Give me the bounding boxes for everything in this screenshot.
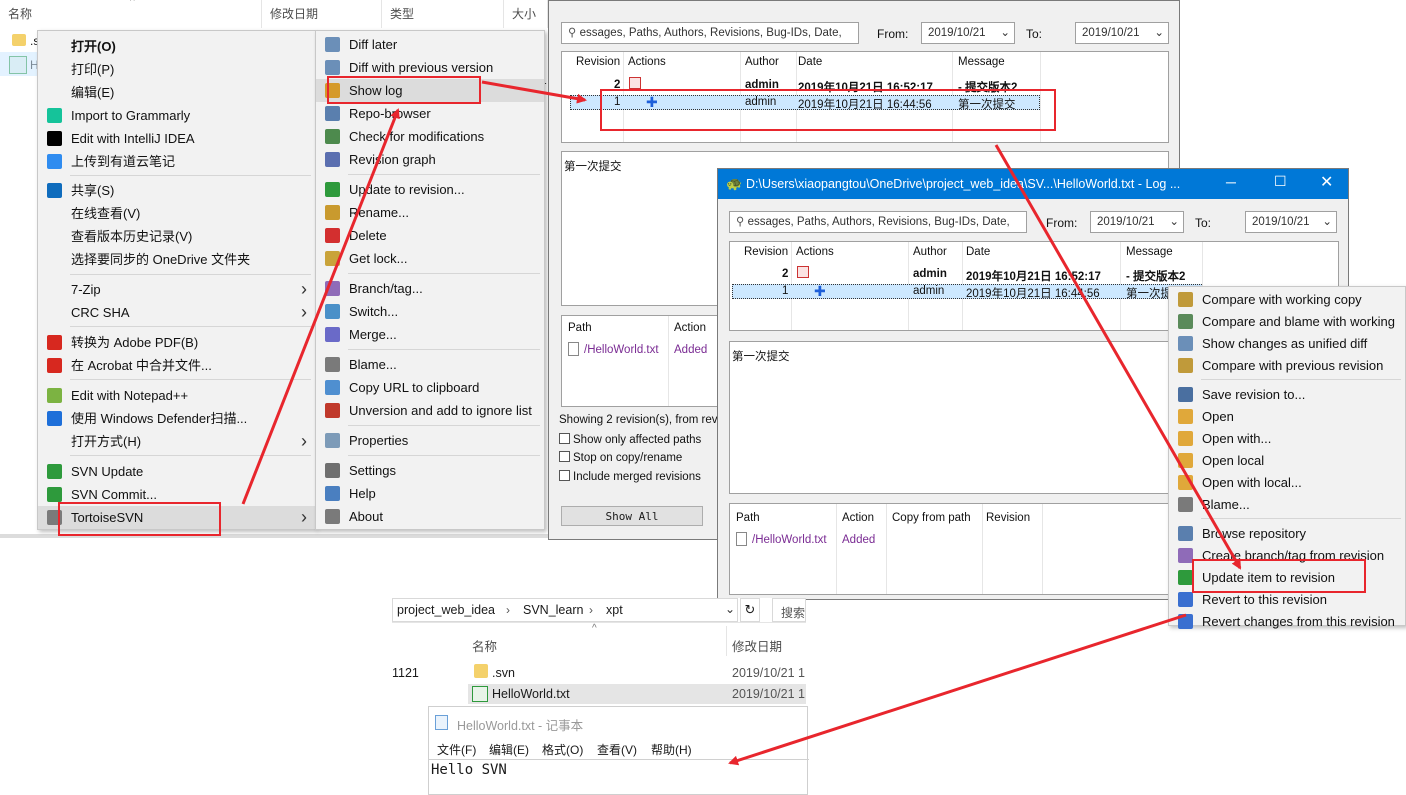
arrow-update-to-notepad — [728, 613, 1187, 766]
arrow-showlog-to-log — [481, 80, 587, 104]
annotation-arrows — [241, 80, 1242, 766]
arrow-tortoise-to-showlog — [241, 108, 400, 505]
arrow-revision-to-update — [994, 144, 1242, 570]
